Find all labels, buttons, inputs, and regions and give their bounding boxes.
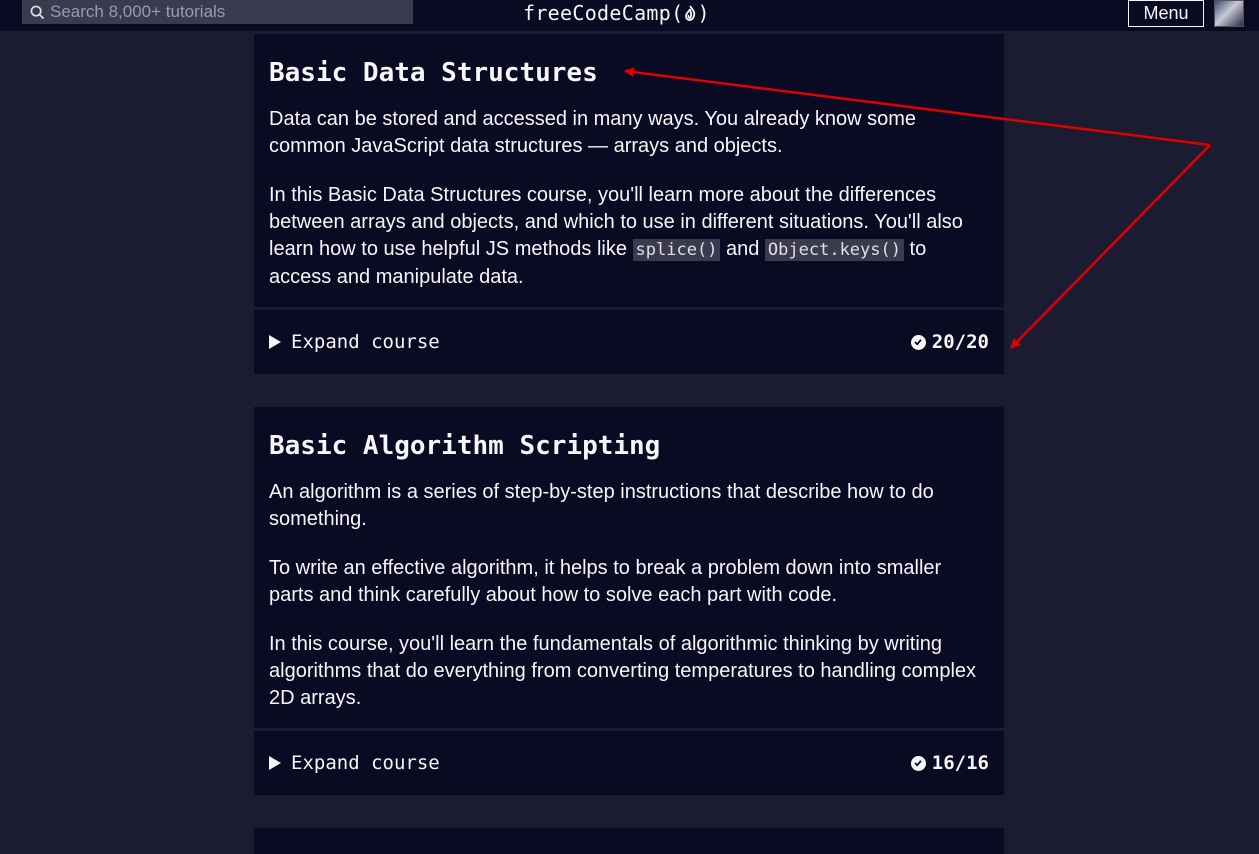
user-avatar[interactable] bbox=[1214, 0, 1244, 27]
course-card-basic-algorithm-scripting: Basic Algorithm Scripting An algorithm i… bbox=[254, 407, 1004, 795]
check-circle-icon bbox=[910, 755, 926, 771]
expand-label: Expand course bbox=[291, 331, 440, 353]
course-description: In this course, you'll learn the fundame… bbox=[269, 633, 977, 709]
flame-icon bbox=[685, 5, 696, 21]
check-circle-icon bbox=[910, 334, 926, 350]
caret-right-icon bbox=[269, 335, 281, 349]
code-splice: splice() bbox=[632, 239, 721, 261]
search-icon bbox=[30, 5, 45, 19]
expand-course-button[interactable]: Expand course 16/16 bbox=[254, 731, 1004, 795]
course-title: Basic Algorithm Scripting bbox=[269, 431, 661, 461]
top-navbar: freeCodeCamp( ) Menu bbox=[0, 0, 1259, 31]
course-card-basic-data-structures: Basic Data Structures Data can be stored… bbox=[254, 34, 1004, 374]
course-description: To write an effective algorithm, it help… bbox=[269, 557, 942, 606]
fcc-logo[interactable]: freeCodeCamp( ) bbox=[523, 0, 710, 26]
expand-label: Expand course bbox=[291, 752, 440, 774]
progress-count: 16/16 bbox=[931, 752, 989, 774]
expand-toggle[interactable]: Expand course bbox=[269, 331, 440, 353]
logo-text: freeCodeCamp( bbox=[523, 1, 684, 25]
course-description: Data can be stored and accessed in many … bbox=[269, 108, 917, 157]
annotation-arrow bbox=[1010, 144, 1211, 349]
logo-close-paren: ) bbox=[697, 1, 710, 25]
caret-right-icon bbox=[269, 756, 281, 770]
course-title: Basic Data Structures bbox=[269, 58, 598, 88]
course-card-next bbox=[254, 828, 1004, 854]
course-intro: Basic Algorithm Scripting An algorithm i… bbox=[254, 407, 1004, 728]
code-object-keys: Object.keys() bbox=[764, 239, 904, 261]
search-box[interactable] bbox=[22, 0, 413, 24]
expand-course-button[interactable]: Expand course 20/20 bbox=[254, 310, 1004, 374]
course-intro: Basic Data Structures Data can be stored… bbox=[254, 34, 1004, 307]
search-input[interactable] bbox=[50, 2, 410, 22]
progress-count: 20/20 bbox=[931, 331, 989, 353]
menu-button[interactable]: Menu bbox=[1128, 0, 1204, 27]
course-description: An algorithm is a series of step-by-step… bbox=[269, 481, 934, 530]
course-progress: 20/20 bbox=[910, 331, 989, 353]
expand-toggle[interactable]: Expand course bbox=[269, 752, 440, 774]
course-description: In this Basic Data Structures course, yo… bbox=[269, 184, 963, 288]
course-progress: 16/16 bbox=[910, 752, 989, 774]
